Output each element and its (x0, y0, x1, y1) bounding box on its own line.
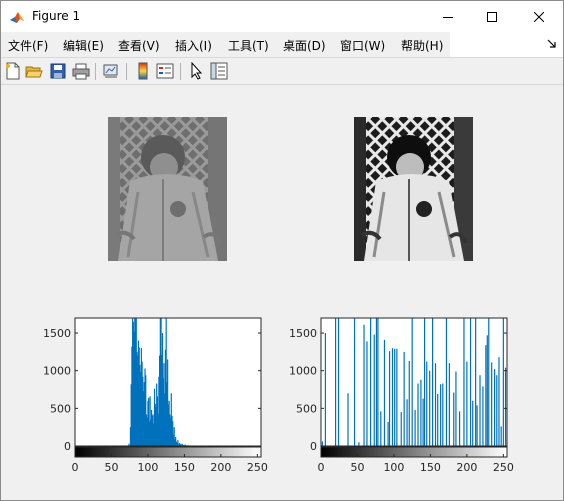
x-tick-label: 250 (493, 461, 514, 474)
menu-desktop[interactable]: 桌面(D) (283, 37, 326, 54)
x-tick-label: 50 (104, 461, 118, 474)
open-file-button[interactable] (25, 62, 43, 80)
print-button[interactable] (72, 62, 90, 80)
close-button[interactable] (516, 1, 562, 32)
y-tick-label: 500 (296, 402, 317, 415)
menu-tools[interactable]: 工具(T) (228, 37, 269, 54)
minimize-button[interactable] (425, 1, 471, 32)
y-tick-label: 1500 (289, 327, 317, 340)
x-tick-label: 200 (210, 461, 231, 474)
y-tick-label: 1000 (289, 365, 317, 378)
undock-icon[interactable] (547, 39, 557, 49)
menu-window[interactable]: 窗口(W) (340, 37, 385, 54)
x-tick-label: 150 (174, 461, 195, 474)
original-image (108, 117, 227, 261)
equalized-image (354, 117, 473, 261)
property-inspector-icon (210, 62, 228, 80)
minimize-icon (443, 16, 453, 18)
menu-view[interactable]: 查看(V) (118, 37, 160, 54)
toolbar-separator (126, 63, 127, 80)
print-icon (72, 63, 90, 80)
y-tick-label: 1500 (43, 327, 71, 340)
x-tick-label: 150 (420, 461, 441, 474)
menu-help[interactable]: 帮助(H) (401, 37, 443, 54)
menu-edit[interactable]: 编辑(E) (63, 37, 104, 54)
menu-file[interactable]: 文件(F) (8, 37, 48, 54)
link-plot-button[interactable] (102, 62, 120, 80)
close-icon (534, 11, 544, 22)
y-tick-label: 0 (310, 440, 317, 453)
insert-colorbar-icon (138, 62, 148, 80)
x-tick-label: 100 (137, 461, 158, 474)
property-inspector-button[interactable] (210, 62, 228, 80)
menu-bar: 文件(F) 编辑(E) 查看(V) 插入(I) 工具(T) 桌面(D) 窗口(W… (1, 32, 563, 57)
figure-window: Figure 1 文件(F) 编辑(E) 查看(V) 插入(I) 工具(T) 桌… (0, 0, 564, 501)
menu-insert[interactable]: 插入(I) (175, 37, 212, 54)
axes-background (321, 318, 507, 446)
y-tick-label: 1000 (43, 365, 71, 378)
insert-colorbar-button[interactable] (134, 62, 152, 80)
new-figure-icon (6, 62, 20, 80)
open-file-icon (25, 66, 43, 78)
x-tick-label: 50 (350, 461, 364, 474)
edit-plot-icon (191, 62, 203, 80)
original-image-graphic (108, 117, 227, 261)
maximize-icon (487, 11, 497, 22)
x-tick-label: 0 (72, 461, 79, 474)
figure-canvas: 0 500 1000 1500 0 50 100 150 200 250 0 500 1000 1500… (2, 86, 562, 500)
histogram-equalized: 0 500 1000 1500 0 50 100 150 200 250 (289, 317, 514, 474)
link-plot-icon (103, 64, 118, 78)
grayscale-colorbar (320, 446, 508, 458)
matlab-logo-icon (10, 12, 24, 23)
title-bar[interactable]: Figure 1 (1, 1, 563, 32)
y-tick-label: 500 (50, 402, 71, 415)
window-title: Figure 1 (32, 9, 81, 23)
insert-legend-icon (156, 63, 174, 79)
x-tick-label: 0 (318, 461, 325, 474)
toolbar-separator (180, 63, 181, 80)
figure-toolbar (1, 57, 563, 85)
x-tick-label: 200 (456, 461, 477, 474)
insert-legend-button[interactable] (156, 62, 174, 80)
x-tick-label: 250 (247, 461, 268, 474)
toolbar-separator (95, 63, 96, 80)
histogram-original: 0 500 1000 1500 0 50 100 150 200 250 (43, 317, 268, 474)
x-tick-label: 100 (383, 461, 404, 474)
y-tick-label: 0 (64, 440, 71, 453)
save-icon (50, 63, 66, 79)
equalized-image-graphic (354, 117, 473, 261)
save-button[interactable] (49, 62, 67, 80)
grayscale-colorbar (74, 446, 262, 458)
edit-plot-button[interactable] (188, 62, 206, 80)
new-figure-button[interactable] (4, 62, 22, 80)
maximize-button[interactable] (469, 1, 515, 32)
